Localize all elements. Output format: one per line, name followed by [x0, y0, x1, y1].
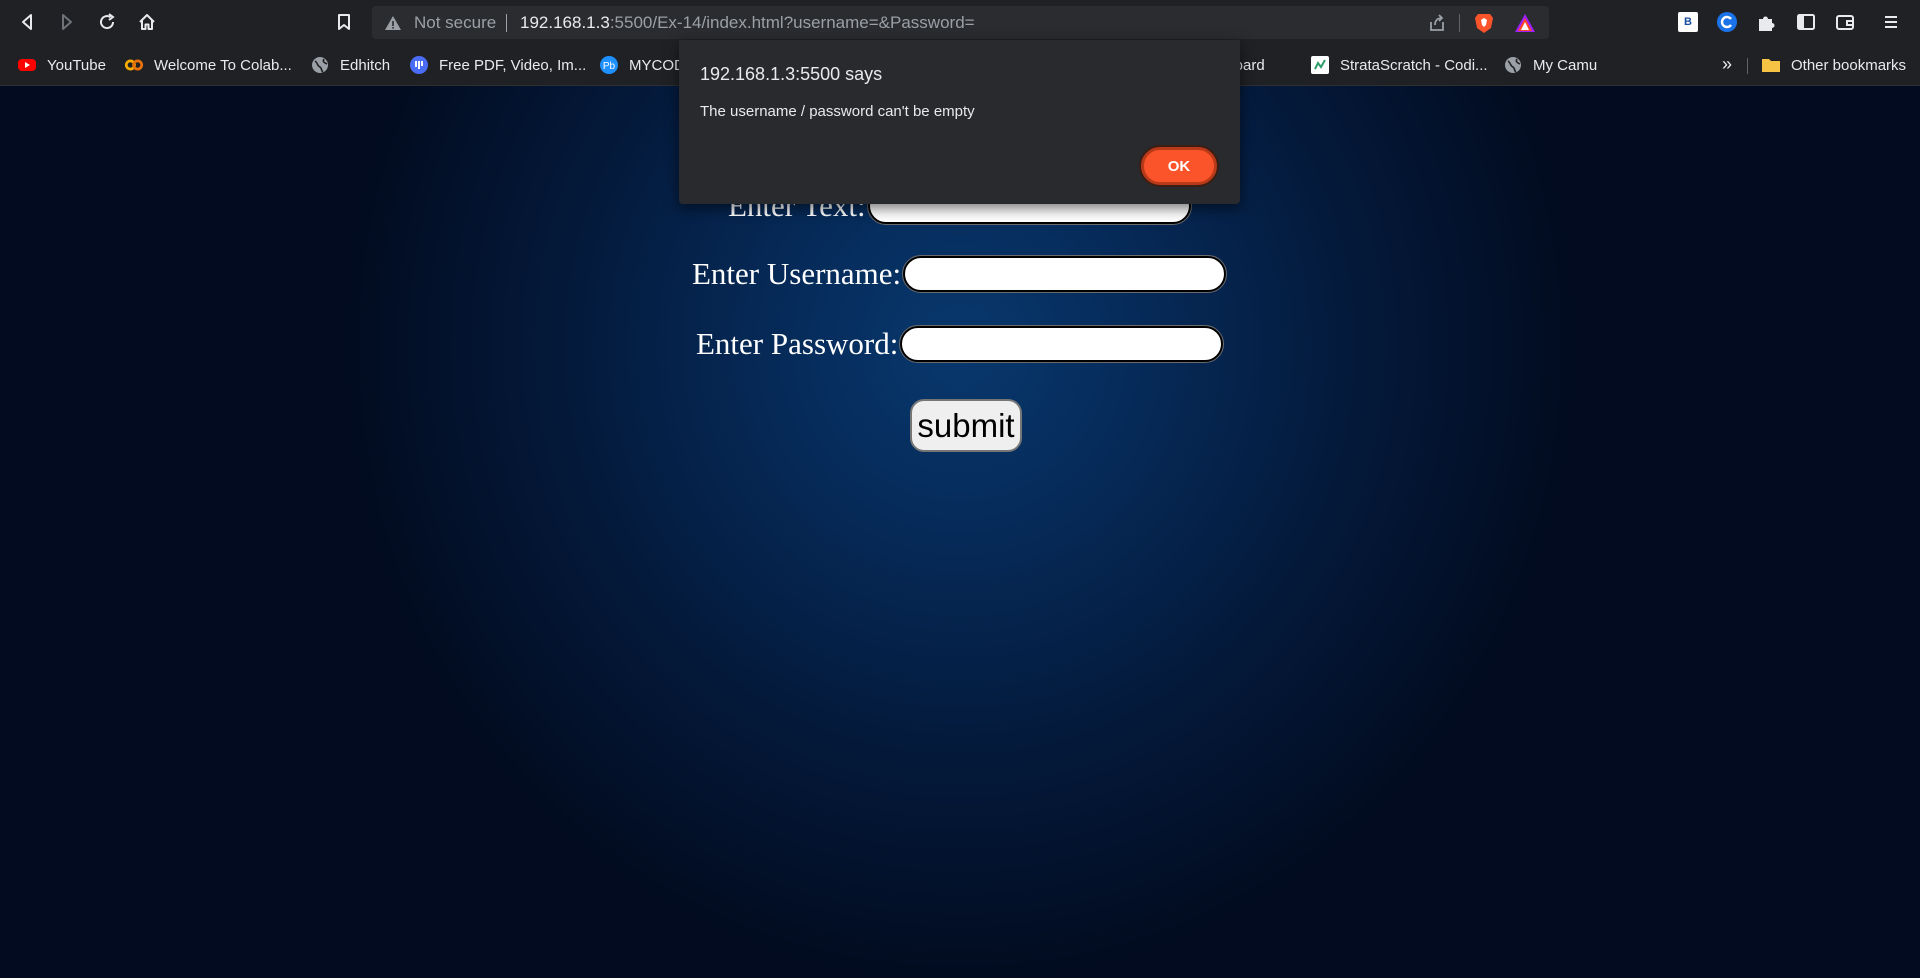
pb-icon: Pb	[599, 55, 619, 75]
home-button[interactable]	[131, 6, 163, 38]
password-input[interactable]	[899, 325, 1225, 363]
bookmark-free-pdf[interactable]: Free PDF, Video, Im...	[409, 52, 586, 78]
folder-icon	[1761, 55, 1781, 75]
password-row: Enter Password:	[696, 325, 1225, 363]
other-bookmarks-folder[interactable]: Other bookmarks	[1761, 52, 1906, 78]
youtube-icon	[17, 55, 37, 75]
bookmark-my-camu[interactable]: My Camu	[1503, 52, 1597, 78]
menu-icon[interactable]	[1880, 11, 1902, 33]
bookmark-colab[interactable]: Welcome To Colab...	[124, 52, 292, 78]
page-viewport: Enter Text: Enter Username: Enter Passwo…	[0, 86, 1920, 978]
brave-shields-icon[interactable]	[1474, 12, 1494, 34]
dialog-message: The username / password can't be empty	[700, 103, 975, 120]
brave-rewards-icon[interactable]	[1514, 13, 1536, 33]
bookmark-icon	[338, 14, 350, 30]
omnibox-divider-2	[1459, 14, 1460, 32]
security-status[interactable]: Not secure	[414, 13, 496, 33]
browser-toolbar: Not secure 192.168.1.3:5500/Ex-14/index.…	[0, 0, 1920, 44]
url-path: :5500/Ex-14/index.html?username=&Passwor…	[609, 13, 975, 32]
bookmark-stratascratch[interactable]: StrataScratch - Codi...	[1310, 52, 1488, 78]
forward-button[interactable]	[51, 6, 83, 38]
wallet-icon[interactable]	[1834, 11, 1856, 33]
bookmarks-overflow-button[interactable]: »	[1722, 54, 1732, 75]
username-row: Enter Username:	[692, 255, 1228, 293]
colab-icon	[124, 55, 144, 75]
url-text[interactable]: 192.168.1.3:5500/Ex-14/index.html?userna…	[520, 13, 975, 33]
username-input[interactable]	[902, 255, 1228, 293]
bookmark-youtube[interactable]: YouTube	[17, 52, 106, 78]
tool-icon	[409, 55, 429, 75]
home-icon	[139, 14, 155, 30]
submit-button[interactable]: submit	[910, 399, 1022, 452]
svg-text:Pb: Pb	[603, 61, 616, 72]
bookmark-page-button[interactable]	[328, 6, 360, 38]
bookmark-edhitch[interactable]: Edhitch	[310, 52, 390, 78]
share-icon[interactable]	[1427, 13, 1447, 33]
back-button[interactable]	[11, 6, 43, 38]
ok-button[interactable]: OK	[1141, 147, 1217, 185]
globe-icon	[310, 55, 330, 75]
url-host: 192.168.1.3	[520, 13, 610, 32]
password-label: Enter Password:	[696, 326, 899, 361]
warning-icon[interactable]	[384, 14, 402, 32]
stratascratch-icon	[1310, 55, 1330, 75]
alert-dialog: 192.168.1.3:5500 says The username / pas…	[679, 40, 1240, 204]
bookmark-mycode[interactable]: Pb MYCOD	[599, 52, 685, 78]
reload-button[interactable]	[91, 6, 123, 38]
omnibox-divider	[506, 14, 507, 32]
username-label: Enter Username:	[692, 256, 902, 291]
globe-icon	[1503, 55, 1523, 75]
extensions-puzzle-icon[interactable]	[1755, 11, 1777, 33]
extension-b-icon[interactable]: B	[1677, 11, 1699, 33]
forward-icon	[62, 14, 72, 30]
reload-icon	[100, 13, 115, 30]
address-bar[interactable]: Not secure 192.168.1.3:5500/Ex-14/index.…	[372, 6, 1549, 39]
bookmarks-divider	[1747, 58, 1748, 74]
sidebar-toggle-icon[interactable]	[1795, 11, 1817, 33]
dialog-title: 192.168.1.3:5500 says	[700, 64, 883, 84]
back-icon	[22, 14, 32, 30]
extension-grammar-icon[interactable]	[1716, 11, 1738, 33]
